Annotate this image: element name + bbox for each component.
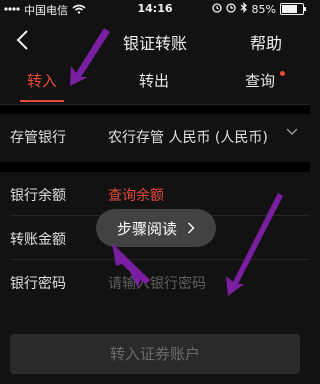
tab-transfer-out-label: 转出 bbox=[138, 72, 169, 90]
bank-selector[interactable]: 存管银行 农行存管 人民币 (人民币) bbox=[0, 114, 310, 162]
step-reading-label: 步骤阅读 bbox=[116, 219, 177, 238]
battery-icon bbox=[280, 3, 306, 15]
balance-label: 银行余额 bbox=[10, 188, 66, 204]
notification-dot bbox=[280, 71, 285, 76]
bluetooth-icon bbox=[240, 2, 248, 16]
tab-transfer-in-label: 转入 bbox=[26, 72, 57, 90]
help-button[interactable]: 帮助 bbox=[250, 30, 282, 54]
bank-label: 存管银行 bbox=[10, 130, 66, 146]
clock-icon bbox=[225, 2, 236, 16]
query-balance-link[interactable]: 查询余额 bbox=[108, 185, 164, 205]
battery-percent: 85% bbox=[251, 2, 276, 16]
status-bar: 中国电信 14:16 85% bbox=[0, 0, 310, 18]
chevron-down-icon bbox=[286, 128, 298, 135]
tab-transfer-out[interactable]: 转出 bbox=[122, 64, 186, 104]
active-tab-indicator bbox=[20, 100, 64, 102]
step-reading-pill[interactable]: 步骤阅读 bbox=[96, 209, 216, 247]
tab-query[interactable]: 查询 bbox=[228, 64, 292, 104]
tab-transfer-in[interactable]: 转入 bbox=[10, 64, 74, 104]
section-divider bbox=[0, 162, 310, 172]
bank-password-row[interactable]: 银行密码 请输入银行密码 bbox=[0, 260, 310, 304]
bank-value: 农行存管 人民币 (人民币) bbox=[108, 130, 268, 146]
tab-query-label: 查询 bbox=[244, 72, 275, 90]
transfer-in-submit-button[interactable]: 转入证券账户 bbox=[10, 334, 300, 374]
chevron-right-icon bbox=[188, 222, 195, 234]
tab-bar: 转入 转出 查询 bbox=[0, 64, 310, 105]
password-input[interactable]: 请输入银行密码 bbox=[108, 273, 206, 293]
nav-bar: 银证转账 帮助 bbox=[0, 18, 310, 64]
alarm-icon bbox=[211, 2, 222, 16]
password-label: 银行密码 bbox=[10, 276, 66, 292]
amount-label: 转账金额 bbox=[10, 232, 66, 248]
